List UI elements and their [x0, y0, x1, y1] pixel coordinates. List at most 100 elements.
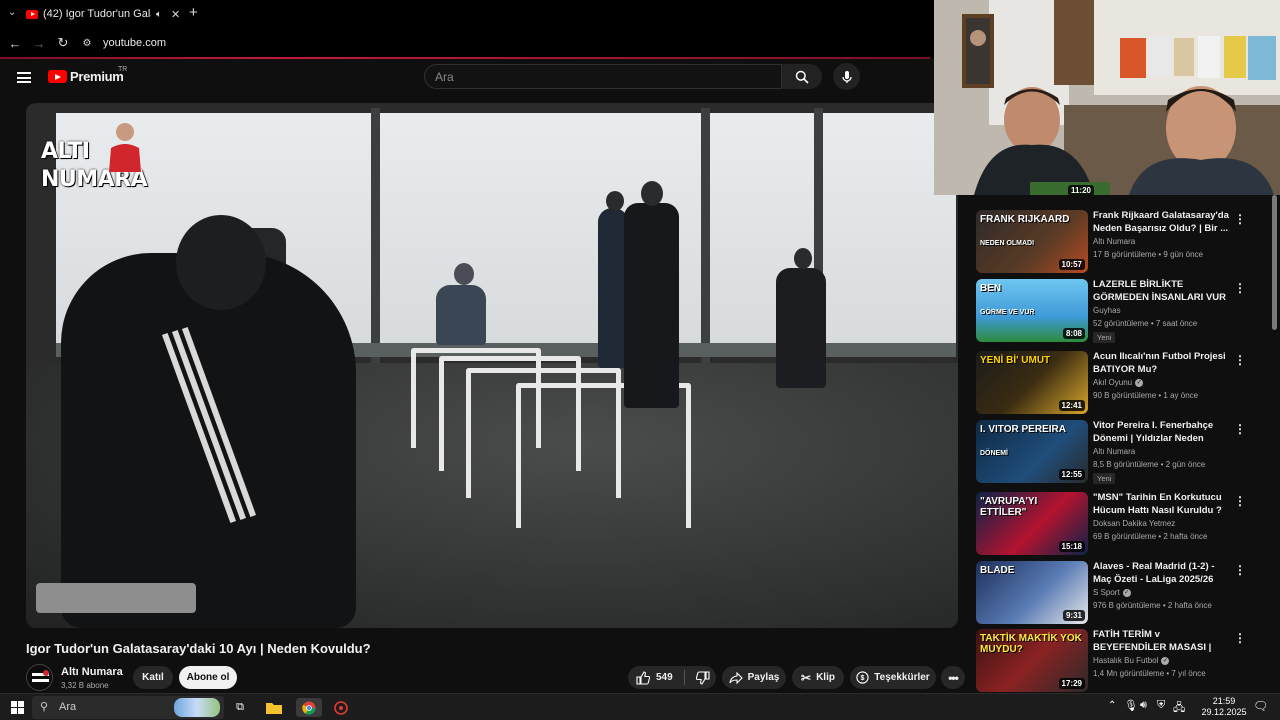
- url-field[interactable]: youtube.com: [103, 37, 166, 49]
- menu-icon[interactable]: [17, 72, 31, 83]
- youtube-premium-logo[interactable]: Premium TR: [48, 66, 127, 84]
- taskbar-search-label: Ara: [59, 701, 77, 713]
- subscribe-button[interactable]: Abone ol: [179, 666, 237, 689]
- tab-title: (42) Igor Tudor'un Galatasaray: [43, 8, 151, 20]
- search-button[interactable]: [782, 64, 822, 89]
- recommendation-title[interactable]: "MSN" Tarihin En Korkutucu Hücum Hattı N…: [1093, 492, 1233, 517]
- more-vertical-icon[interactable]: ⋮: [1234, 281, 1246, 295]
- more-vertical-icon[interactable]: ⋮: [1234, 631, 1246, 645]
- taskbar-search-box[interactable]: ⚲ Ara: [32, 696, 224, 719]
- windows-start-icon[interactable]: [7, 698, 27, 717]
- tray-mic-icon[interactable]: 🎙︎: [1124, 699, 1138, 712]
- tab-list-chevron-icon[interactable]: ⌄: [8, 7, 16, 18]
- recommendation-item[interactable]: FRANK RIJKAARD NEDEN OLMADI 10:57 Frank Rij…: [976, 210, 1272, 274]
- youtube-favicon-icon: [26, 9, 38, 19]
- more-vertical-icon[interactable]: ⋮: [1234, 422, 1246, 436]
- thanks-label: Teşekkürler: [874, 672, 930, 683]
- recommendation-meta: 1,4 Mn görüntüleme • 7 yıl önce: [1093, 669, 1206, 678]
- video-thumbnail[interactable]: YENİ Bİ' UMUT 12:41: [976, 351, 1088, 414]
- forward-arrow-icon[interactable]: →: [27, 31, 51, 55]
- tray-chevron-icon[interactable]: ⌃: [1108, 700, 1116, 711]
- join-button[interactable]: Katıl: [133, 666, 173, 689]
- share-button[interactable]: Paylaş: [722, 666, 786, 689]
- recommendation-channel[interactable]: Altı Numara: [1093, 447, 1135, 456]
- channel-avatar[interactable]: [26, 664, 53, 691]
- video-thumbnail[interactable]: "AVRUPA'YI ETTİLER" 15:18: [976, 492, 1088, 555]
- recommendation-title[interactable]: Frank Rijkaard Galatasaray'da Neden Başa…: [1093, 210, 1233, 235]
- windows-taskbar: ⚲ Ara ⧉ ⌃ 🎙︎ 🔊︎ ⛨ 🖧︎ 21:59 29.12.2025 🗨︎: [0, 693, 1280, 720]
- thanks-button[interactable]: $ Teşekkürler: [850, 666, 936, 689]
- channel-watermark-logo: ALTI NUMARA: [41, 123, 166, 202]
- verified-check-icon: ✓: [1122, 588, 1131, 597]
- more-vertical-icon[interactable]: ⋮: [1234, 563, 1246, 577]
- search-input[interactable]: Ara: [424, 64, 782, 89]
- notification-icon[interactable]: 🗨︎: [1253, 699, 1268, 713]
- recommendation-channel[interactable]: Altı Numara: [1093, 237, 1135, 246]
- recommendation-item[interactable]: "AVRUPA'YI ETTİLER" 15:18 "MSN" Tarihin En…: [976, 492, 1272, 556]
- recommendation-title[interactable]: Vitor Pereira I. Fenerbahçe Dönemi | Yıl…: [1093, 420, 1233, 445]
- tab-close-icon[interactable]: ✕: [171, 8, 180, 21]
- sidebar-scrollbar[interactable]: [1272, 195, 1277, 330]
- video-thumbnail[interactable]: BLADE 9:31: [976, 561, 1088, 624]
- thumbnail-text: "AVRUPA'YI ETTİLER": [980, 496, 1038, 518]
- more-vertical-icon[interactable]: ⋮: [1234, 353, 1246, 367]
- video-thumbnail[interactable]: FRANK RIJKAARD NEDEN OLMADI 10:57: [976, 210, 1088, 273]
- recommendation-channel[interactable]: S Sport ✓: [1093, 588, 1131, 597]
- video-thumbnail[interactable]: I. VITOR PEREIRA DÖNEMİ 12:55: [976, 420, 1088, 483]
- tray-volume-icon[interactable]: 🔊︎: [1140, 699, 1147, 712]
- thumbnail-text: I. VITOR PEREIRA: [980, 424, 1066, 435]
- recommendation-title[interactable]: Alaves - Real Madrid (1-2) - Maç Özeti -…: [1093, 561, 1233, 586]
- recommendation-channel[interactable]: Guyhas: [1093, 306, 1121, 315]
- like-divider: [683, 670, 685, 685]
- new-tab-icon[interactable]: +: [189, 4, 198, 21]
- video-frame-player-head: [641, 181, 663, 206]
- speaker-icon[interactable]: 🔈︎: [156, 9, 162, 20]
- recommendation-item[interactable]: BLADE 9:31 Alaves - Real Madrid (1-2) - Ma…: [976, 561, 1272, 625]
- task-view-icon[interactable]: ⧉: [230, 698, 250, 717]
- recommendation-channel[interactable]: Hastalık Bu Futbol ✓: [1093, 656, 1170, 665]
- clip-button[interactable]: ✂ Klip: [792, 666, 844, 689]
- back-arrow-icon[interactable]: ←: [3, 31, 27, 55]
- recommendation-item[interactable]: I. VITOR PEREIRA DÖNEMİ 12:55 Vitor Pereira…: [976, 420, 1272, 484]
- tray-network-icon[interactable]: 🖧︎: [1173, 699, 1185, 718]
- search-highlight-image: [174, 698, 220, 717]
- microphone-icon: [841, 70, 852, 83]
- voice-search-button[interactable]: [833, 63, 860, 90]
- more-vertical-icon[interactable]: ⋮: [1234, 212, 1246, 226]
- more-vertical-icon[interactable]: ⋮: [1234, 494, 1246, 508]
- video-frame-player: [436, 285, 486, 345]
- recommendation-meta: 17 B görüntüleme • 9 gün önce: [1093, 250, 1203, 259]
- site-settings-icon[interactable]: ⚙︎: [75, 31, 99, 55]
- recommendation-item[interactable]: TAKTİK MAKTİK YOK MUYDU? 17:29 FATİH TERİM…: [976, 629, 1272, 693]
- recommendation-title[interactable]: Acun Ilıcalı'nın Futbol Projesi BATIYOR …: [1093, 351, 1233, 376]
- channel-name[interactable]: Altı Numara: [61, 666, 123, 678]
- recommendation-item[interactable]: BEN GÖRME VE VUR 8:08 LAZERLE BİRLİKTE GÖRM…: [976, 279, 1272, 343]
- more-horizontal-icon: •••: [948, 670, 959, 685]
- file-explorer-icon[interactable]: [264, 698, 284, 717]
- like-button[interactable]: 549: [636, 670, 673, 685]
- recommendation-channel[interactable]: Akıl Oyunu ✓: [1093, 378, 1144, 387]
- thumbnail-text: BEN: [980, 283, 1002, 294]
- more-actions-button[interactable]: •••: [941, 666, 965, 689]
- reload-icon[interactable]: ↻: [51, 31, 75, 55]
- taskbar-clock[interactable]: 21:59 29.12.2025: [1196, 696, 1252, 718]
- video-thumbnail[interactable]: BEN GÖRME VE VUR 8:08: [976, 279, 1088, 342]
- app-taskbar-icon[interactable]: [331, 698, 351, 717]
- video-player[interactable]: ALTI NUMARA: [26, 103, 958, 628]
- video-frame-player: [776, 268, 826, 388]
- video-frame-foreground-head: [176, 215, 266, 310]
- share-label: Paylaş: [747, 672, 780, 683]
- recommendation-channel-name: Hastalık Bu Futbol: [1093, 656, 1159, 665]
- browser-tab[interactable]: (42) Igor Tudor'un Galatasaray 🔈︎ ✕: [26, 3, 184, 25]
- webcam-scene: [934, 0, 1280, 195]
- recommendation-title[interactable]: FATİH TERİM v BEYEFENDİLER MASASI | "İta…: [1093, 629, 1233, 654]
- dislike-button[interactable]: [695, 670, 710, 685]
- video-thumbnail[interactable]: TAKTİK MAKTİK YOK MUYDU? 17:29: [976, 629, 1088, 692]
- recommendation-title[interactable]: LAZERLE BİRLİKTE GÖRMEDEN İNSANLARI VUR …: [1093, 279, 1233, 304]
- video-duration: 12:55: [1058, 469, 1085, 480]
- recommendation-item[interactable]: YENİ Bİ' UMUT 12:41 Acun Ilıcalı'nın Futbo…: [976, 351, 1272, 415]
- chrome-taskbar-icon[interactable]: [296, 698, 322, 717]
- recommendation-channel-name: Altı Numara: [1093, 237, 1136, 246]
- recommendation-channel[interactable]: Doksan Dakika Yetmez: [1093, 519, 1175, 528]
- tray-security-icon[interactable]: ⛨: [1157, 699, 1165, 712]
